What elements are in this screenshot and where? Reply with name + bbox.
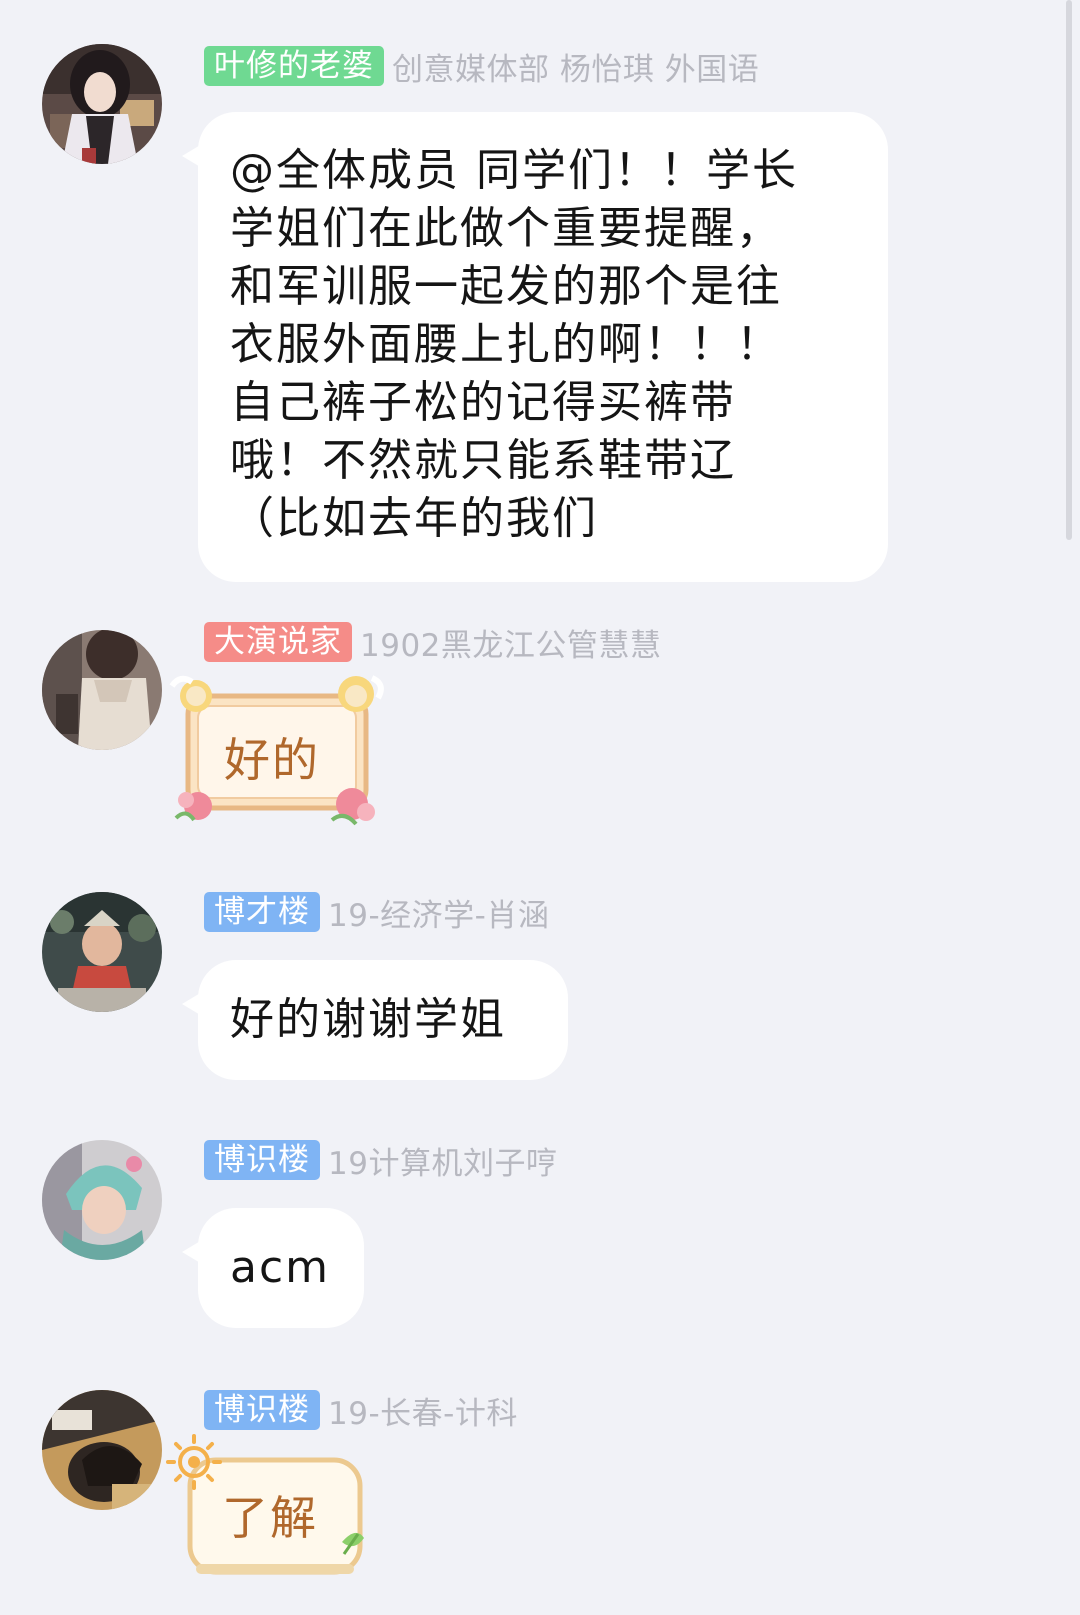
message-line: @全体成员 同学们！！学长	[230, 145, 798, 196]
avatar[interactable]	[42, 630, 162, 750]
message-text: 好的谢谢学姐	[230, 994, 506, 1045]
sticker-bubble[interactable]: 了解	[166, 1432, 378, 1592]
message-line: （比如去年的我们	[230, 493, 598, 544]
sender-name[interactable]: 19计算机刘子哼	[328, 1138, 557, 1183]
chat-message: 博才楼 19-经济学-肖涵 好的谢谢学姐	[0, 892, 1000, 1082]
message-line: 自己裤子松的记得买裤带	[230, 377, 736, 428]
scrollbar[interactable]	[1066, 0, 1072, 540]
message-text: @全体成员 同学们！！学长 学姐们在此做个重要提醒， 和军训服一起发的那个是往 …	[230, 142, 798, 548]
message-bubble[interactable]: 好的谢谢学姐	[182, 960, 568, 1080]
chat-message-list[interactable]: 叶修的老婆 创意媒体部 杨怡琪 外国语 @全体成员 同学们！！学长 学姐们在此做…	[0, 0, 1080, 1615]
sticker-bubble[interactable]: 好的	[166, 668, 392, 834]
message-text: 了解	[222, 1491, 318, 1545]
message-line: 和军训服一起发的那个是往	[230, 261, 782, 312]
message-line: 哦！不然就只能系鞋带辽	[230, 435, 736, 486]
message-bubble[interactable]: @全体成员 同学们！！学长 学姐们在此做个重要提醒， 和军训服一起发的那个是往 …	[182, 112, 888, 582]
sender-name[interactable]: 19-经济学-肖涵	[328, 890, 549, 935]
message-line: 学姐们在此做个重要提醒，	[230, 203, 782, 254]
member-title-badge: 博识楼	[204, 1140, 320, 1180]
chat-message: 博识楼 19计算机刘子哼 acm	[0, 1140, 1000, 1330]
member-title-badge: 博才楼	[204, 892, 320, 932]
message-text: 好的	[224, 733, 320, 787]
message-line: 衣服外面腰上扎的啊！！！	[230, 319, 782, 370]
chat-message: 大演说家 1902黑龙江公管慧慧 好的	[0, 622, 1000, 860]
chat-message: 叶修的老婆 创意媒体部 杨怡琪 外国语 @全体成员 同学们！！学长 学姐们在此做…	[0, 0, 1000, 590]
avatar[interactable]	[42, 44, 162, 164]
member-title-badge: 叶修的老婆	[204, 46, 384, 86]
message-text: acm	[230, 1242, 331, 1293]
sender-name[interactable]: 创意媒体部 杨怡琪 外国语	[392, 44, 759, 89]
member-title-badge: 博识楼	[204, 1390, 320, 1430]
avatar[interactable]	[42, 1140, 162, 1260]
sender-name[interactable]: 19-长春-计科	[328, 1388, 518, 1433]
chat-message: 博识楼 19-长春-计科 了解	[0, 1390, 1000, 1600]
message-bubble[interactable]: acm	[182, 1208, 364, 1328]
avatar[interactable]	[42, 1390, 162, 1510]
member-title-badge: 大演说家	[204, 622, 352, 662]
avatar[interactable]	[42, 892, 162, 1012]
sender-name[interactable]: 1902黑龙江公管慧慧	[360, 620, 661, 665]
